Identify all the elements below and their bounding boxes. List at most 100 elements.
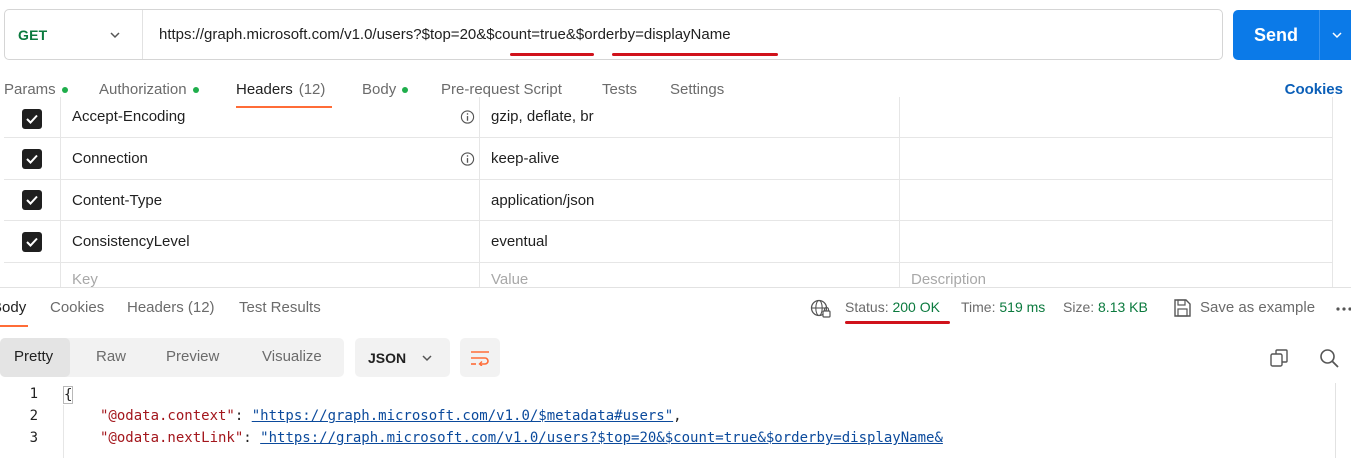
- search-icon[interactable]: [1318, 347, 1340, 369]
- more-options-icon[interactable]: [1336, 306, 1351, 312]
- tab-headers[interactable]: Headers (12): [236, 81, 325, 98]
- json-separator: :: [234, 408, 252, 424]
- cookies-link[interactable]: Cookies: [1285, 81, 1343, 98]
- info-icon[interactable]: [460, 151, 475, 166]
- tab-pre-request-script[interactable]: Pre-request Script: [441, 81, 562, 98]
- header-description-cell[interactable]: [900, 97, 1333, 137]
- response-body-code[interactable]: 1 { 2 "@odata.context": "https://graph.m…: [0, 383, 1351, 458]
- check-icon: [26, 154, 38, 164]
- json-separator: :: [243, 430, 261, 446]
- header-value: eventual: [491, 233, 548, 250]
- tab-response-headers[interactable]: Headers (12): [127, 299, 215, 316]
- header-description-cell[interactable]: [900, 138, 1333, 179]
- info-icon[interactable]: [460, 110, 475, 125]
- tab-authorization[interactable]: Authorization: [99, 81, 199, 98]
- row-checkbox-cell: [4, 263, 61, 287]
- tab-label: Headers (12): [127, 299, 215, 316]
- header-value: gzip, deflate, br: [491, 107, 594, 125]
- url-input[interactable]: https://graph.microsoft.com/v1.0/users?$…: [143, 26, 731, 43]
- view-pretty[interactable]: Pretty: [14, 348, 53, 365]
- value-placeholder: Value: [491, 271, 529, 287]
- format-select[interactable]: JSON: [355, 338, 450, 377]
- checkbox[interactable]: [22, 190, 42, 210]
- header-value-cell[interactable]: Value: [480, 263, 900, 287]
- size-meta[interactable]: Size: 8.13 KB: [1063, 299, 1148, 315]
- tab-response-cookies[interactable]: Cookies: [50, 299, 104, 316]
- time-meta[interactable]: Time: 519 ms: [961, 299, 1045, 315]
- line-number: 1: [29, 386, 38, 402]
- header-value-cell[interactable]: application/json: [480, 180, 900, 220]
- table-row: Connection keep-alive: [4, 138, 1333, 180]
- status-meta[interactable]: Status: 200 OK: [845, 299, 940, 315]
- json-comma: ,: [673, 408, 682, 424]
- table-row: Content-Type application/json: [4, 180, 1333, 221]
- header-value-cell[interactable]: eventual: [480, 221, 900, 262]
- code-line: 2 "@odata.context": "https://graph.micro…: [0, 408, 1351, 430]
- line-number: 2: [29, 408, 38, 424]
- check-icon: [26, 195, 38, 205]
- scrollbar[interactable]: [1335, 383, 1338, 458]
- code-text: {: [63, 386, 74, 404]
- header-key: Content-Type: [72, 191, 163, 209]
- active-dot-icon: [192, 86, 199, 93]
- checkbox[interactable]: [22, 109, 42, 129]
- header-key: ConsistencyLevel: [72, 233, 190, 250]
- row-checkbox-cell: [4, 138, 61, 179]
- header-description-cell[interactable]: Description: [900, 263, 1333, 287]
- time-label: Time:: [961, 299, 996, 315]
- code-text: "@odata.nextLink": "https://graph.micros…: [100, 430, 943, 446]
- header-key-cell[interactable]: ConsistencyLevel: [61, 221, 480, 262]
- view-mode-selector: Pretty Raw Preview Visualize: [0, 338, 344, 377]
- tab-count: (12): [298, 81, 326, 98]
- line-number: 3: [29, 430, 38, 446]
- view-raw[interactable]: Raw: [96, 348, 126, 365]
- view-preview[interactable]: Preview: [166, 348, 219, 365]
- tab-label: Settings: [670, 81, 725, 98]
- table-row: ConsistencyLevel eventual: [4, 221, 1333, 263]
- check-icon: [26, 114, 38, 124]
- json-key: "@odata.context": [100, 408, 235, 424]
- row-checkbox-cell: [4, 221, 61, 262]
- header-key-cell[interactable]: Accept-Encoding: [61, 97, 480, 137]
- annotation-underline-count: [510, 53, 594, 56]
- send-options-button[interactable]: [1320, 28, 1351, 42]
- word-wrap-button[interactable]: [460, 338, 500, 377]
- format-label: JSON: [368, 349, 407, 366]
- key-placeholder: Key: [72, 271, 98, 287]
- tab-tests[interactable]: Tests: [602, 81, 637, 98]
- tab-label: Headers: [236, 81, 293, 98]
- save-example-label: Save as example: [1200, 299, 1316, 316]
- header-key: Accept-Encoding: [72, 107, 186, 125]
- header-description-cell[interactable]: [900, 221, 1333, 262]
- tab-response-body[interactable]: Body: [0, 299, 26, 316]
- copy-icon[interactable]: [1268, 347, 1290, 369]
- json-link-value[interactable]: "https://graph.microsoft.com/v1.0/users?…: [260, 430, 943, 446]
- code-line: 1 {: [0, 386, 1351, 408]
- view-visualize[interactable]: Visualize: [262, 348, 322, 365]
- tab-body[interactable]: Body: [362, 81, 409, 98]
- annotation-underline-orderby: [612, 53, 778, 56]
- header-key: Connection: [72, 150, 148, 167]
- globe-icon[interactable]: [810, 299, 832, 319]
- size-label: Size:: [1063, 299, 1095, 315]
- header-value-cell[interactable]: gzip, deflate, br: [480, 97, 900, 137]
- code-line: 3 "@odata.nextLink": "https://graph.micr…: [0, 430, 1351, 452]
- header-description-cell[interactable]: [900, 180, 1333, 220]
- json-link-value[interactable]: "https://graph.microsoft.com/v1.0/$metad…: [252, 408, 673, 424]
- send-button[interactable]: Send: [1233, 10, 1351, 60]
- header-key-cell[interactable]: Connection: [61, 138, 480, 179]
- tab-settings[interactable]: Settings: [670, 81, 724, 98]
- save-as-example-button[interactable]: Save as example: [1200, 299, 1315, 316]
- header-key-cell[interactable]: Content-Type: [61, 180, 480, 220]
- checkbox[interactable]: [22, 231, 42, 252]
- description-placeholder: Description: [911, 271, 987, 287]
- pane-divider[interactable]: [0, 287, 1351, 288]
- header-key-cell[interactable]: Key: [61, 263, 480, 287]
- wrap-icon: [471, 350, 489, 366]
- tab-test-results[interactable]: Test Results: [239, 299, 321, 316]
- header-value-cell[interactable]: keep-alive: [480, 138, 900, 179]
- method-select[interactable]: GET: [5, 10, 143, 59]
- tab-params[interactable]: Params: [4, 81, 68, 98]
- tab-label: Authorization: [99, 81, 187, 98]
- checkbox[interactable]: [22, 148, 42, 169]
